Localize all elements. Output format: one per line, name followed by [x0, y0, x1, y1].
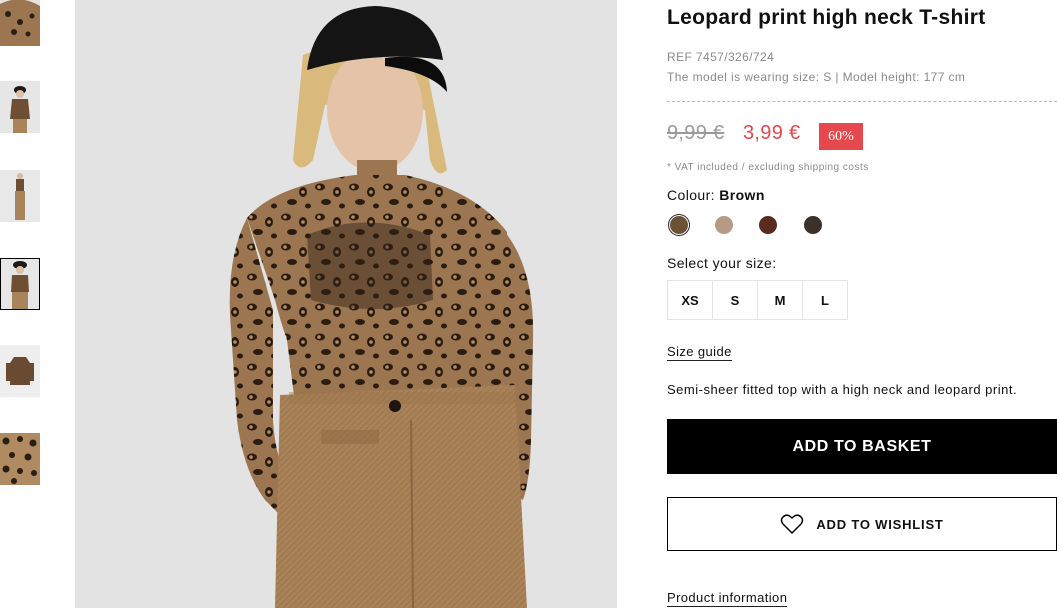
thumb-model-full-image — [0, 170, 40, 222]
product-details-panel: Leopard print high neck T-shirt REF 7457… — [667, 0, 1057, 608]
size-option-m[interactable]: M — [758, 280, 803, 320]
product-description: Semi-sheer fitted top with a high neck a… — [667, 382, 1018, 397]
product-title: Leopard print high neck T-shirt — [667, 6, 986, 29]
thumb-model-front-image — [0, 81, 40, 133]
swatch-leopard-rust[interactable] — [759, 216, 777, 234]
heart-icon — [781, 514, 804, 534]
colour-label-text: Colour: — [667, 187, 715, 203]
thumb-model-front[interactable] — [0, 81, 40, 133]
original-price: 9,99 € — [667, 122, 725, 144]
product-ref: REF 7457/326/724 — [667, 50, 775, 64]
swatch-leopard-brown[interactable] — [670, 216, 688, 234]
size-select-label: Select your size: — [667, 255, 777, 271]
main-product-image[interactable] — [75, 0, 617, 608]
vat-note: * VAT included / excluding shipping cost… — [667, 162, 869, 173]
thumb-model-crop-image — [0, 258, 40, 310]
size-guide-link[interactable]: Size guide — [667, 344, 732, 361]
add-to-basket-button[interactable]: ADD TO BASKET — [667, 419, 1057, 474]
product-information-link[interactable]: Product information — [667, 590, 788, 607]
thumb-fabric-closeup-image — [0, 433, 40, 485]
model-photo — [75, 0, 617, 608]
wishlist-label: ADD TO WISHLIST — [816, 516, 944, 532]
thumb-model-crop[interactable] — [0, 258, 40, 310]
thumb-model-full[interactable] — [0, 170, 40, 222]
sale-price: 3,99 € — [743, 122, 801, 144]
discount-badge: 60% — [819, 123, 863, 150]
thumb-leopard-detail[interactable] — [0, 0, 40, 46]
thumb-garment-flat[interactable] — [0, 345, 40, 397]
thumbnail-column — [0, 0, 42, 608]
thumb-leopard-image — [0, 0, 40, 46]
model-info: The model is wearing size: S | Model hei… — [667, 70, 966, 84]
swatch-leopard-beige[interactable] — [715, 216, 733, 234]
size-option-l[interactable]: L — [803, 280, 848, 320]
add-to-wishlist-button[interactable]: ADD TO WISHLIST — [667, 497, 1057, 551]
swatch-leopard-dark[interactable] — [804, 216, 822, 234]
size-option-xs[interactable]: XS — [667, 280, 713, 320]
thumb-garment-flat-image — [0, 345, 40, 397]
thumb-fabric-closeup[interactable] — [0, 433, 40, 485]
size-selector: XS S M L — [667, 280, 848, 320]
colour-label: Colour: Brown — [667, 187, 765, 203]
size-option-s[interactable]: S — [713, 280, 758, 320]
divider — [667, 101, 1057, 102]
colour-value: Brown — [719, 187, 765, 203]
